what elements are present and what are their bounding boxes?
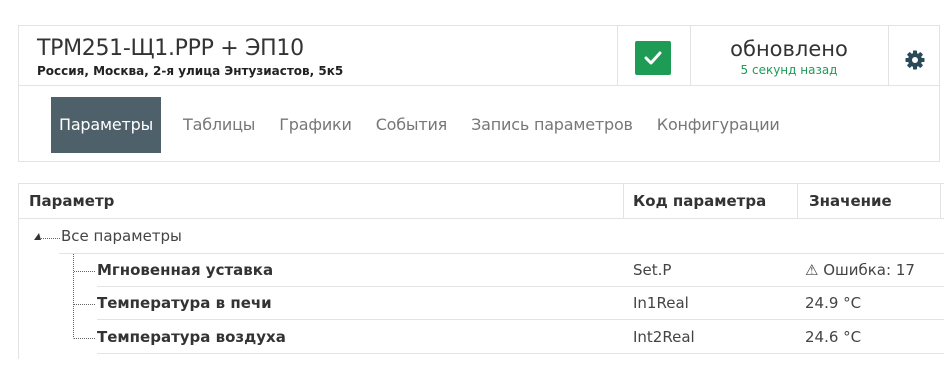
row-code: Set.P xyxy=(633,261,672,279)
tab-events[interactable]: События xyxy=(364,97,459,153)
header-divider xyxy=(888,26,889,85)
row-value: 24.6 °C xyxy=(805,328,862,346)
column-divider[interactable] xyxy=(623,184,624,218)
table-header: Параметр Код параметра Значение xyxy=(19,184,944,219)
device-header: ТРМ251-Щ1.РРР + ЭП10 Россия, Москва, 2-я… xyxy=(19,26,939,86)
device-card: ТРМ251-Щ1.РРР + ЭП10 Россия, Москва, 2-я… xyxy=(18,25,940,162)
column-header-value[interactable]: Значение xyxy=(809,184,892,218)
tab-parameters[interactable]: Параметры xyxy=(51,97,162,153)
update-status: обновлено 5 секунд назад xyxy=(694,36,884,77)
header-divider xyxy=(617,26,618,85)
device-title: ТРМ251-Щ1.РРР + ЭП10 xyxy=(37,36,304,61)
update-status-time: 5 секунд назад xyxy=(740,63,838,77)
table-row[interactable]: Мгновенная уставка Set.P ⚠ Ошибка: 17 xyxy=(19,254,944,287)
row-divider xyxy=(97,319,944,320)
tab-configurations[interactable]: Конфигурации xyxy=(645,97,792,153)
device-address: Россия, Москва, 2-я улица Энтузиастов, 5… xyxy=(37,64,344,78)
tree-root-all-parameters[interactable]: Все параметры xyxy=(61,219,182,253)
header-divider xyxy=(690,26,691,85)
row-name: Температура в печи xyxy=(97,294,272,312)
table-row[interactable]: Температура в печи In1Real 24.9 °C xyxy=(19,287,944,320)
column-header-code[interactable]: Код параметра xyxy=(633,184,766,218)
row-code: In1Real xyxy=(633,294,689,312)
tab-bar: Параметры Таблицы Графики События Запись… xyxy=(51,97,792,153)
row-name: Температура воздуха xyxy=(97,328,286,346)
tab-parameter-recording[interactable]: Запись параметров xyxy=(459,97,645,153)
row-value: 24.9 °C xyxy=(805,294,862,312)
online-status-button[interactable] xyxy=(635,41,671,75)
parameters-table: Параметр Код параметра Значение Все пара… xyxy=(18,183,944,359)
gear-icon[interactable] xyxy=(905,50,925,70)
row-name: Мгновенная уставка xyxy=(97,261,274,279)
tree-expand-icon xyxy=(34,233,41,240)
header-bottom-line xyxy=(19,85,939,86)
update-status-main: обновлено xyxy=(730,37,848,61)
tab-tables[interactable]: Таблицы xyxy=(171,97,267,153)
column-divider[interactable] xyxy=(940,184,941,218)
column-divider[interactable] xyxy=(797,184,798,218)
row-value-error: ⚠ Ошибка: 17 xyxy=(805,261,915,279)
tab-charts[interactable]: Графики xyxy=(267,97,363,153)
row-code: Int2Real xyxy=(633,328,695,346)
device-title-block: ТРМ251-Щ1.РРР + ЭП10 Россия, Москва, 2-я… xyxy=(37,36,343,78)
table-row[interactable]: Температура воздуха Int2Real 24.6 °C xyxy=(19,321,944,354)
check-icon xyxy=(644,51,662,65)
row-divider xyxy=(97,353,944,354)
